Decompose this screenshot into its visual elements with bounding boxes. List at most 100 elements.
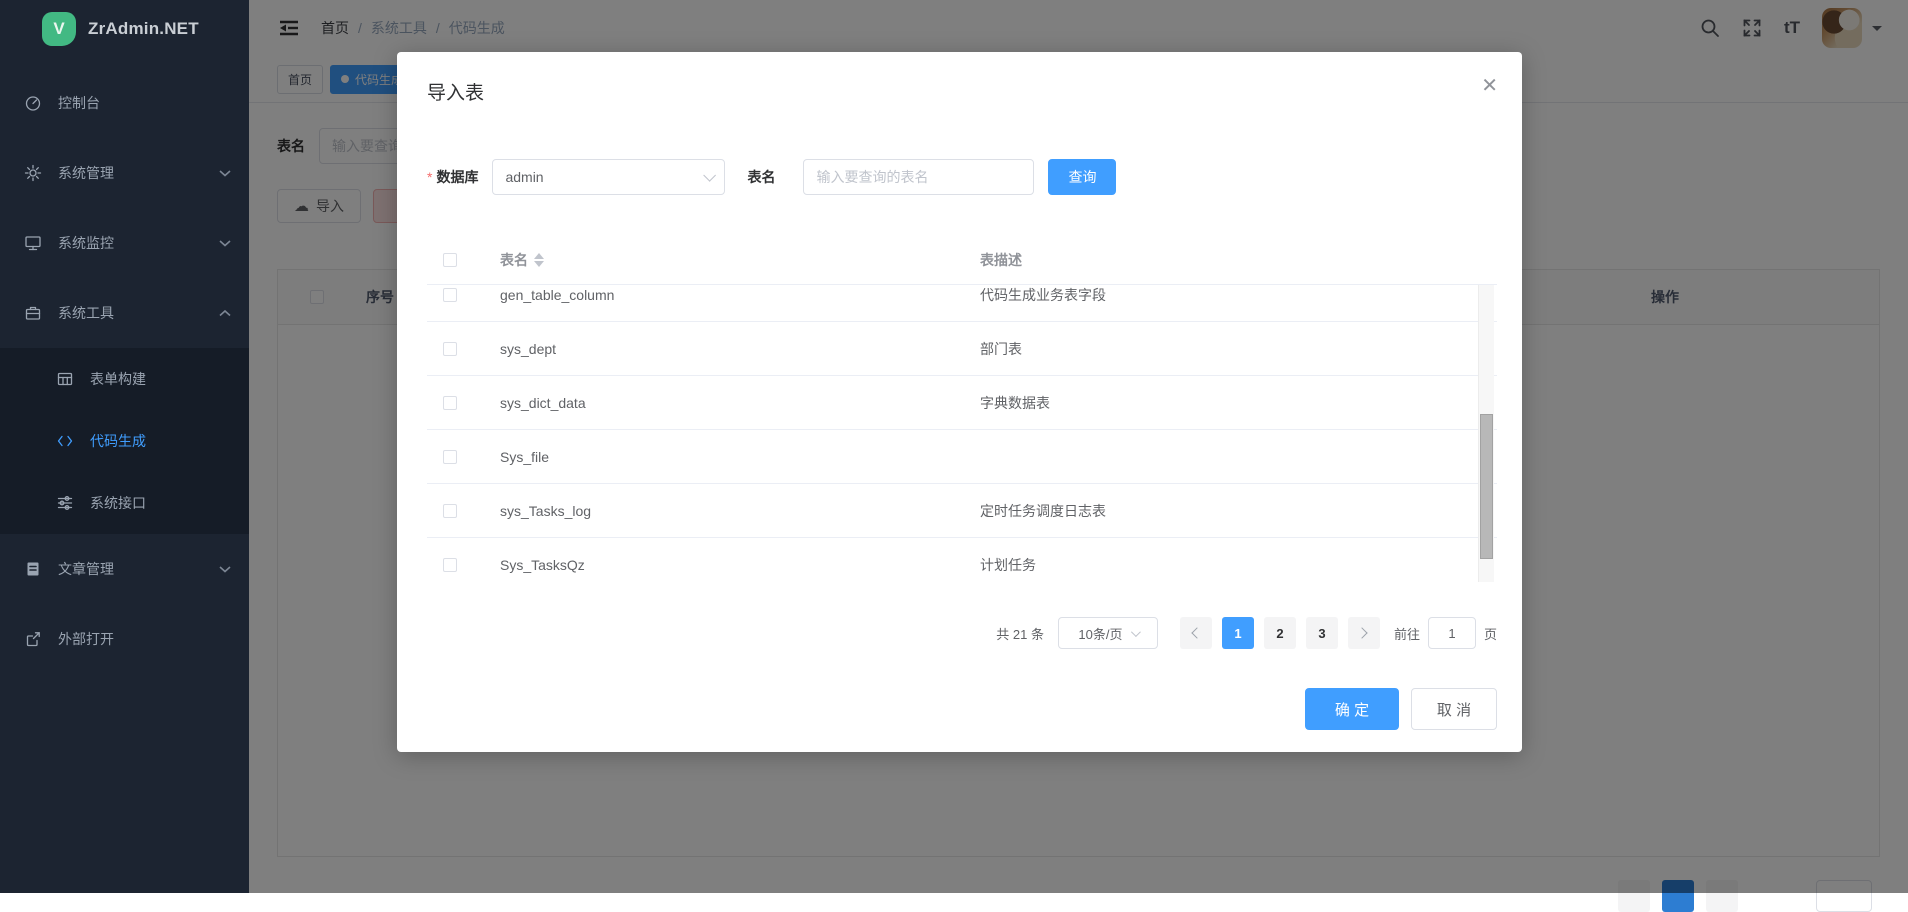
close-icon[interactable]: ✕ [1481, 76, 1498, 96]
page-button-3[interactable]: 3 [1306, 617, 1338, 649]
sidebar-item-label: 系统接口 [90, 493, 231, 513]
scroll-down-arrow-icon[interactable] [1482, 567, 1492, 577]
cell-table-name: Sys_file [500, 449, 980, 465]
cell-table-name: sys_dept [500, 341, 980, 357]
dialog-table-header: 表名 表描述 [427, 235, 1497, 285]
page-size-select[interactable]: 10条/页 [1058, 617, 1158, 649]
toolbox-icon [24, 304, 42, 322]
dialog-footer: 确 定 取 消 [1305, 688, 1497, 730]
app-logo[interactable]: V ZrAdmin.NET [0, 0, 249, 58]
sidebar-item-system-tools[interactable]: 系统工具 [0, 278, 249, 348]
cell-table-desc: 计划任务 [980, 555, 1497, 575]
col-table-desc: 表描述 [980, 250, 1497, 270]
sidebar-item-code-gen[interactable]: 代码生成 [0, 410, 249, 472]
query-button[interactable]: 查询 [1048, 159, 1116, 195]
row-checkbox[interactable] [443, 558, 457, 572]
scroll-up-arrow-icon[interactable] [1482, 290, 1492, 300]
chevron-left-icon [1192, 627, 1203, 638]
table-row[interactable]: sys_dept 部门表 [427, 322, 1497, 376]
chevron-down-icon [219, 565, 231, 573]
required-asterisk: * [427, 169, 432, 185]
chevron-right-icon [1357, 627, 1368, 638]
cell-table-name: Sys_TasksQz [500, 557, 980, 573]
sidebar-item-label: 代码生成 [90, 431, 231, 451]
vertical-scrollbar[interactable] [1478, 285, 1494, 582]
sliders-icon [56, 494, 74, 512]
db-select-value: admin [505, 169, 703, 185]
chevron-down-icon [704, 169, 717, 182]
form-grid-icon [56, 370, 74, 388]
dlg-table-name-input[interactable] [803, 159, 1034, 195]
dialog-title: 导入表 [427, 78, 484, 105]
chevron-down-icon [219, 169, 231, 177]
cell-table-desc: 定时任务调度日志表 [980, 501, 1497, 521]
scrollbar-thumb[interactable] [1480, 414, 1493, 559]
sidebar-item-label: 外部打开 [58, 629, 231, 649]
sidebar-submenu: 表单构建 代码生成 系统接口 [0, 348, 249, 534]
row-checkbox[interactable] [443, 504, 457, 518]
code-icon [56, 432, 74, 450]
app-title: ZrAdmin.NET [88, 19, 199, 39]
col-table-name: 表名 [500, 250, 528, 270]
dialog-table-body: gen_table_column 代码生成业务表字段 sys_dept 部门表 … [427, 285, 1497, 582]
chevron-down-icon [219, 239, 231, 247]
dashboard-icon [24, 94, 42, 112]
page-button-2[interactable]: 2 [1264, 617, 1296, 649]
sidebar-item-label: 系统工具 [58, 303, 203, 323]
goto-label: 前往 [1394, 624, 1420, 643]
sidebar-item-article-mgmt[interactable]: 文章管理 [0, 534, 249, 604]
chevron-up-icon [219, 309, 231, 317]
sidebar-item-label: 系统监控 [58, 233, 203, 253]
sidebar: V ZrAdmin.NET 控制台 系统管理 系统监控 系统工具 表单 [0, 0, 249, 893]
cell-table-name: sys_Tasks_log [500, 503, 980, 519]
sidebar-item-system-monitor[interactable]: 系统监控 [0, 208, 249, 278]
sort-icon[interactable] [534, 253, 544, 267]
external-link-icon [24, 630, 42, 648]
dialog-table: 表名 表描述 gen_table_column 代码生成业务表字段 sys_de… [427, 235, 1497, 582]
prev-page-button[interactable] [1180, 617, 1212, 649]
sidebar-item-system-api[interactable]: 系统接口 [0, 472, 249, 534]
sidebar-item-dashboard[interactable]: 控制台 [0, 68, 249, 138]
db-select[interactable]: admin [492, 159, 725, 195]
monitor-icon [24, 234, 42, 252]
table-row[interactable]: sys_dict_data 字典数据表 [427, 376, 1497, 430]
sidebar-item-label: 文章管理 [58, 559, 203, 579]
import-table-dialog: 导入表 ✕ * 数据库 admin 表名 查询 表名 表描述 gen_table… [397, 52, 1522, 752]
sidebar-item-label: 系统管理 [58, 163, 203, 183]
table-row[interactable]: sys_Tasks_log 定时任务调度日志表 [427, 484, 1497, 538]
row-checkbox[interactable] [443, 288, 457, 302]
chevron-down-icon [1130, 627, 1140, 637]
cell-table-name: sys_dict_data [500, 395, 980, 411]
dlg-table-name-label: 表名 [747, 167, 775, 187]
goto-unit: 页 [1484, 624, 1497, 643]
sidebar-submenu-wrap: 表单构建 代码生成 系统接口 [0, 348, 249, 534]
sidebar-item-form-builder[interactable]: 表单构建 [0, 348, 249, 410]
cell-table-desc: 字典数据表 [980, 393, 1497, 413]
goto-page-input[interactable] [1428, 617, 1476, 649]
dialog-pagination: 共 21 条 10条/页 1 2 3 前往 页 [996, 617, 1497, 649]
table-row[interactable]: Sys_file [427, 430, 1497, 484]
table-row[interactable]: gen_table_column 代码生成业务表字段 [427, 285, 1497, 322]
sidebar-item-label: 表单构建 [90, 369, 231, 389]
gear-icon [24, 164, 42, 182]
dialog-form: * 数据库 admin 表名 查询 [427, 159, 1116, 195]
sidebar-item-label: 控制台 [58, 93, 231, 113]
cell-table-name: gen_table_column [500, 287, 980, 303]
db-label: 数据库 [436, 167, 478, 187]
page-size-value: 10条/页 [1078, 624, 1122, 643]
cell-table-desc: 代码生成业务表字段 [980, 285, 1497, 305]
row-checkbox[interactable] [443, 342, 457, 356]
logo-icon: V [42, 12, 76, 46]
sidebar-item-external-open[interactable]: 外部打开 [0, 604, 249, 674]
row-checkbox[interactable] [443, 450, 457, 464]
cancel-button[interactable]: 取 消 [1411, 688, 1497, 730]
sidebar-item-system-mgmt[interactable]: 系统管理 [0, 138, 249, 208]
pagination-total: 共 21 条 [996, 624, 1044, 643]
confirm-button[interactable]: 确 定 [1305, 688, 1399, 730]
dlg-select-all-checkbox[interactable] [443, 253, 457, 267]
next-page-button[interactable] [1348, 617, 1380, 649]
table-row[interactable]: Sys_TasksQz 计划任务 [427, 538, 1497, 582]
page-button-1[interactable]: 1 [1222, 617, 1254, 649]
article-icon [24, 560, 42, 578]
row-checkbox[interactable] [443, 396, 457, 410]
